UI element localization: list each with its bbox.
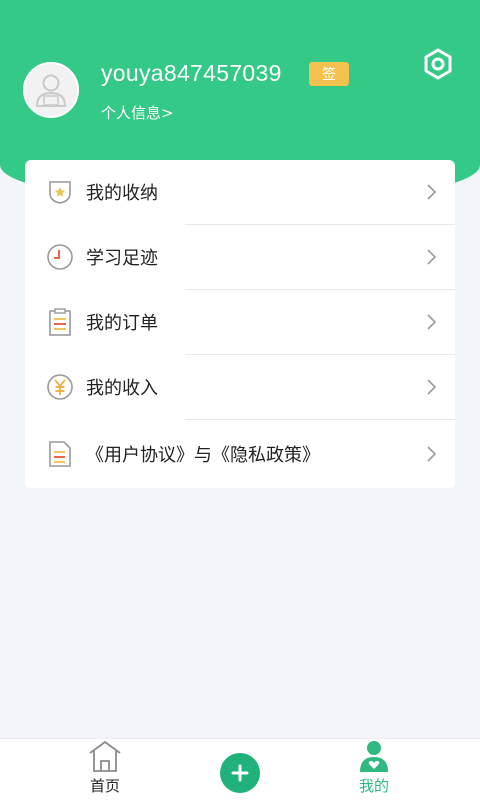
settings-button[interactable] (420, 46, 456, 82)
home-icon (89, 740, 121, 772)
shield-star-icon (46, 178, 74, 206)
menu-item-income[interactable]: 我的收入 (25, 355, 455, 420)
menu-item-learning-history[interactable]: 学习足迹 (25, 225, 455, 290)
chevron-right-icon (427, 184, 437, 200)
clock-icon (46, 243, 74, 271)
avatar[interactable] (23, 62, 79, 118)
plus-icon (231, 764, 249, 782)
nav-mine-label: 我的 (358, 777, 389, 795)
chevron-right-icon (427, 249, 437, 265)
menu-item-label: 我的收入 (86, 378, 158, 399)
profile-info-link[interactable]: 个人信息> (101, 102, 174, 123)
menu-card: 我的收纳 学习足迹 我的订单 我的收入 《用户协议》与《隐私政策》 (25, 160, 455, 488)
menu-item-label: 学习足迹 (86, 248, 158, 269)
sign-in-badge[interactable]: 签 (309, 62, 349, 86)
add-button[interactable] (220, 753, 260, 793)
menu-item-label: 《用户协议》与《隐私政策》 (86, 445, 320, 466)
menu-item-collection[interactable]: 我的收纳 (25, 160, 455, 225)
nav-home-label: 首页 (89, 777, 120, 795)
settings-hexagon-icon (424, 48, 452, 80)
clipboard-icon (46, 308, 74, 336)
chevron-right-icon (427, 314, 437, 330)
yuan-coin-icon (46, 373, 74, 401)
user-avatar-icon (35, 74, 67, 107)
chevron-right-icon (427, 379, 437, 395)
menu-item-agreement-privacy[interactable]: 《用户协议》与《隐私政策》 (25, 420, 455, 488)
menu-item-label: 我的收纳 (86, 183, 158, 204)
menu-item-orders[interactable]: 我的订单 (25, 290, 455, 355)
user-profile-icon (360, 741, 388, 772)
document-icon (46, 440, 74, 468)
nav-mine[interactable]: 我的 (334, 739, 414, 800)
chevron-right-icon (427, 446, 437, 462)
nav-home[interactable]: 首页 (65, 739, 145, 800)
menu-item-label: 我的订单 (86, 313, 158, 334)
username: youya847457039 (101, 60, 282, 86)
